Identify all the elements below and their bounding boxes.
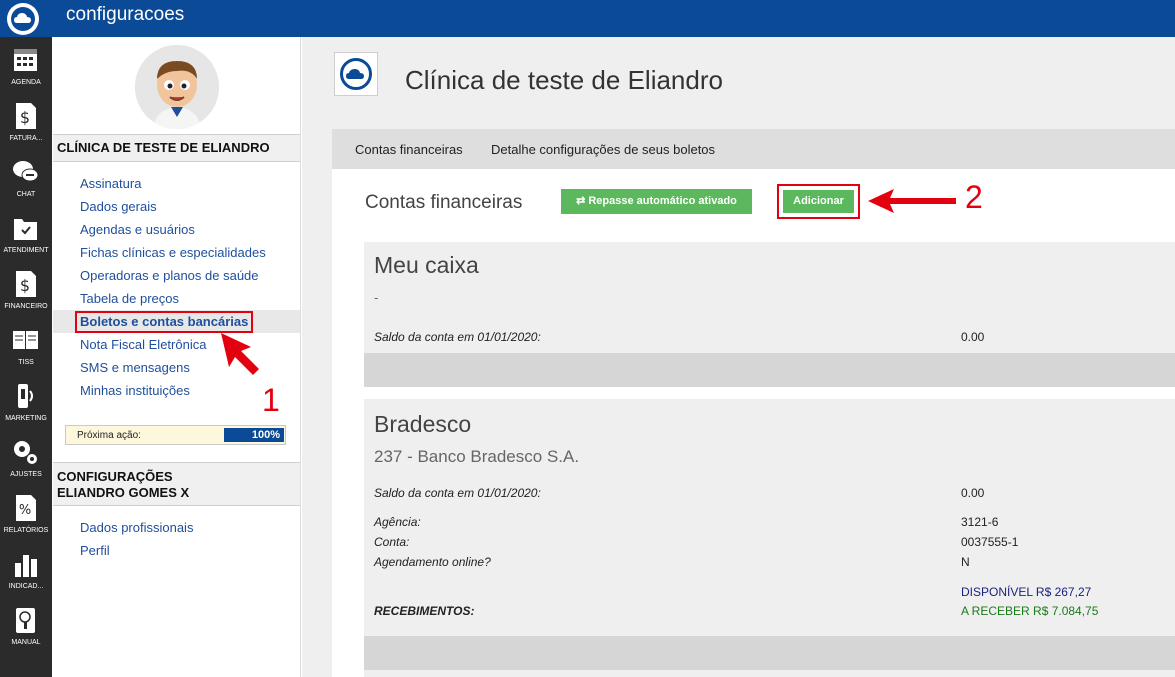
nav-manual[interactable]: MANUAL <box>0 601 52 657</box>
card-footer <box>364 353 1175 387</box>
add-account-button[interactable]: Adicionar <box>783 190 854 213</box>
menu-tabela-precos[interactable]: Tabela de preços <box>53 287 300 310</box>
online-label: Agendamento online? <box>374 555 491 569</box>
online-value: N <box>961 555 970 569</box>
disponivel-value: DISPONÍVEL R$ 267,27 <box>961 585 1092 599</box>
menu-agendas-usuarios[interactable]: Agendas e usuários <box>53 218 300 241</box>
svg-text:$: $ <box>20 276 30 295</box>
nav-financeiro[interactable]: $ FINANCEIRO <box>0 265 52 321</box>
calendar-icon <box>14 49 37 71</box>
tab-detalhe-boletos[interactable]: Detalhe configurações de seus boletos <box>491 142 715 157</box>
menu-perfil[interactable]: Perfil <box>53 539 300 562</box>
nav-marketing[interactable]: MARKETING <box>0 377 52 433</box>
avatar <box>135 45 219 129</box>
left-nav: AGENDA $ FATURA... CHAT ATENDIMENT $ FIN… <box>0 37 52 677</box>
doctor-avatar-icon <box>135 45 219 129</box>
balance-value: 0.00 <box>961 330 985 344</box>
gears-icon <box>14 441 37 464</box>
conta-value: 0037555-1 <box>961 535 1019 549</box>
svg-text:%: % <box>19 503 31 518</box>
repasse-automatico-button[interactable]: ⇄ Repasse automático ativado <box>561 189 752 214</box>
book-icon <box>13 331 38 349</box>
settings-sidebar: CLÍNICA DE TESTE DE ELIANDRO Assinatura … <box>53 37 301 677</box>
user-section-line2: ELIANDRO GOMES X <box>57 485 190 500</box>
user-settings-menu: Dados profissionais Perfil <box>53 516 300 562</box>
percent-icon: % <box>16 495 36 521</box>
dollar-icon: $ <box>16 271 36 297</box>
nav-ajustes[interactable]: AJUSTES <box>0 433 52 489</box>
user-section-title: CONFIGURAÇÕES ELIANDRO GOMES X <box>53 462 300 506</box>
menu-operadoras-planos[interactable]: Operadoras e planos de saúde <box>53 264 300 287</box>
tab-bar: Contas financeiras Detalhe configurações… <box>332 129 1175 169</box>
cloud-icon <box>14 13 31 23</box>
agencia-value: 3121-6 <box>961 515 999 529</box>
annotation-number-1: 1 <box>262 382 280 418</box>
nav-atendimento[interactable]: ATENDIMENT <box>0 209 52 265</box>
svg-text:$: $ <box>20 108 30 127</box>
accounts-content: Contas financeiras ⇄ Repasse automático … <box>332 169 1175 677</box>
account-subtitle: 237 - Banco Bradesco S.A. <box>374 447 580 466</box>
menu-dados-profissionais[interactable]: Dados profissionais <box>53 516 300 539</box>
balance-label: Saldo da conta em 01/01/2020: <box>374 486 541 500</box>
top-bar: configuracoes <box>0 0 1175 37</box>
chat-icon <box>13 161 39 182</box>
content-title: Contas financeiras <box>365 192 523 213</box>
dollar-document-icon: $ <box>16 103 36 129</box>
tab-contas-financeiras[interactable]: Contas financeiras <box>355 142 463 157</box>
next-action-label: Próxima ação: <box>77 430 141 441</box>
menu-assinatura[interactable]: Assinatura <box>53 172 300 195</box>
balance-label: Saldo da conta em 01/01/2020: <box>374 330 541 344</box>
account-name: Bradesco <box>374 411 472 437</box>
next-action-progress: 100% <box>224 428 284 442</box>
user-section-line1: CONFIGURAÇÕES <box>57 469 173 484</box>
account-subtitle: - <box>374 290 379 305</box>
nav-faturamento[interactable]: $ FATURA... <box>0 97 52 153</box>
annotation-arrow-2 <box>868 189 956 213</box>
phone-icon <box>18 384 33 408</box>
nav-chat[interactable]: CHAT <box>0 153 52 209</box>
account-card-bradesco: Bradesco 237 - Banco Bradesco S.A. Saldo… <box>364 399 1175 677</box>
main-panel: Clínica de teste de Eliandro Contas fina… <box>302 37 1175 677</box>
manual-icon <box>16 608 35 633</box>
annotation-number-2: 2 <box>965 179 983 215</box>
nav-indicadores[interactable]: INDICAD... <box>0 545 52 601</box>
cloud-icon <box>346 69 364 79</box>
clinic-logo <box>334 52 378 96</box>
clinic-section-title: CLÍNICA DE TESTE DE ELIANDRO <box>53 134 300 162</box>
app-logo[interactable] <box>7 3 39 35</box>
bar-chart-icon <box>15 555 37 577</box>
folder-check-icon <box>14 219 37 240</box>
next-action-box: Próxima ação: 100% <box>65 425 286 445</box>
account-name: Meu caixa <box>374 252 479 278</box>
page-title: configuracoes <box>66 4 185 25</box>
recebimentos-label: RECEBIMENTOS: <box>374 604 475 618</box>
account-card-meu-caixa: Meu caixa - Saldo da conta em 01/01/2020… <box>364 242 1175 387</box>
menu-dados-gerais[interactable]: Dados gerais <box>53 195 300 218</box>
card-footer <box>364 636 1175 670</box>
nav-agenda[interactable]: AGENDA <box>0 41 52 97</box>
nav-tiss[interactable]: TISS <box>0 321 52 377</box>
a-receber-value: A RECEBER R$ 7.084,75 <box>961 604 1099 618</box>
nav-relatorios[interactable]: % RELATÓRIOS <box>0 489 52 545</box>
annotation-arrow-1 <box>221 333 259 375</box>
add-button-highlight: Adicionar <box>777 184 860 219</box>
menu-fichas-clinicas[interactable]: Fichas clínicas e especialidades <box>53 241 300 264</box>
clinic-title: Clínica de teste de Eliandro <box>405 65 723 95</box>
agencia-label: Agência: <box>374 515 421 529</box>
conta-label: Conta: <box>374 535 410 549</box>
balance-value: 0.00 <box>961 486 985 500</box>
